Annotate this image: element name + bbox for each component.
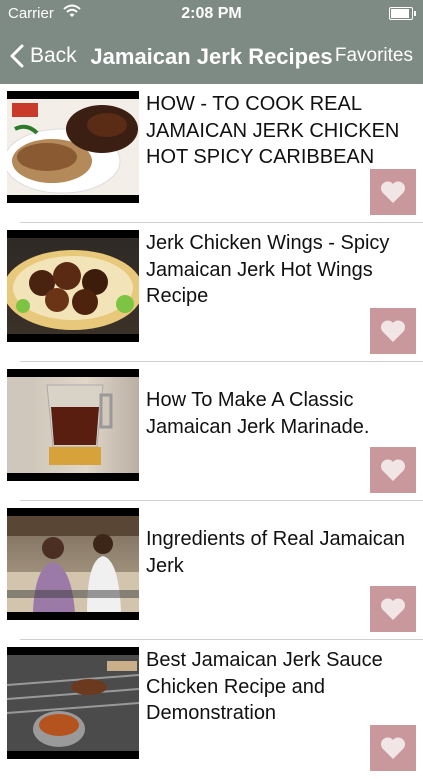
heart-icon [380,320,406,342]
video-thumbnail[interactable] [7,647,139,759]
heart-icon [380,737,406,759]
list-item[interactable]: Best Jamaican Jerk Sauce Chicken Recipe … [0,640,423,779]
list-item[interactable]: How To Make A Classic Jamaican Jerk Mari… [0,362,423,501]
clock: 2:08 PM [181,5,242,22]
heart-icon [380,598,406,620]
favorite-button[interactable] [370,586,416,632]
heart-icon [380,459,406,481]
video-title[interactable]: Ingredients of Real Jamaican Jerk [146,526,412,579]
video-thumbnail[interactable] [7,508,139,620]
favorite-button[interactable] [370,725,416,771]
heart-icon [380,181,406,203]
battery-icon [389,7,416,20]
list-item[interactable]: HOW - TO COOK REAL JAMAICAN JERK CHICKEN… [0,84,423,223]
favorite-button[interactable] [370,308,416,354]
favorite-button[interactable] [370,447,416,493]
list-item[interactable]: Ingredients of Real Jamaican Jerk [0,501,423,640]
video-title[interactable]: Best Jamaican Jerk Sauce Chicken Recipe … [146,647,412,727]
favorites-button[interactable]: Favorites [335,45,413,67]
video-thumbnail[interactable] [7,91,139,203]
navigation-bar: Back Jamaican Jerk Recipes Favorites [0,28,423,84]
video-thumbnail[interactable] [7,369,139,481]
video-thumbnail[interactable] [7,230,139,342]
video-list: HOW - TO COOK REAL JAMAICAN JERK CHICKEN… [0,84,423,779]
favorite-button[interactable] [370,169,416,215]
status-bar: Carrier 2:08 PM [0,0,423,28]
video-title[interactable]: How To Make A Classic Jamaican Jerk Mari… [146,387,412,440]
video-title[interactable]: HOW - TO COOK REAL JAMAICAN JERK CHICKEN… [146,91,412,171]
video-title[interactable]: Jerk Chicken Wings - Spicy Jamaican Jerk… [146,230,412,310]
list-item[interactable]: Jerk Chicken Wings - Spicy Jamaican Jerk… [0,223,423,362]
